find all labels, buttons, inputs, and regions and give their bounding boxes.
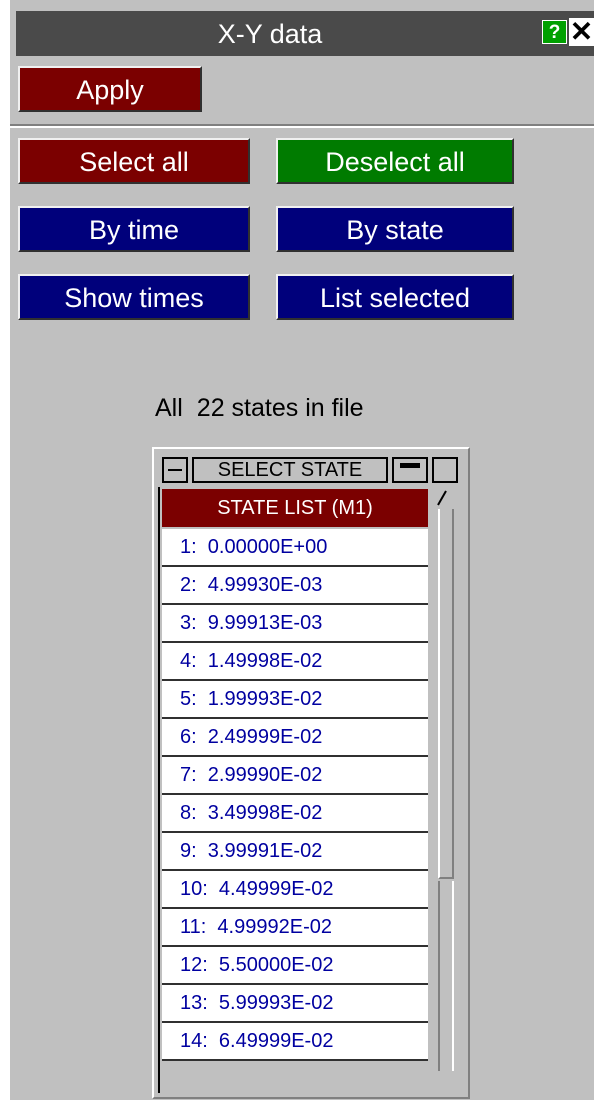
scroll-track[interactable] (438, 881, 454, 1071)
state-row[interactable]: 1: 0.00000E+00 (162, 529, 428, 567)
state-row[interactable]: 2: 4.99930E-03 (162, 567, 428, 605)
state-row[interactable]: 8: 3.49998E-02 (162, 795, 428, 833)
deselect-all-button[interactable]: Deselect all (276, 138, 514, 184)
state-row[interactable]: 11: 4.99992E-02 (162, 909, 428, 947)
collapse-icon[interactable] (162, 457, 188, 483)
window-title: X-Y data (217, 19, 323, 49)
state-rows: 1: 0.00000E+00 2: 4.99930E-03 3: 9.99913E-… (162, 529, 428, 1061)
scroll-up-icon[interactable] (434, 489, 456, 507)
state-row[interactable]: 10: 4.49999E-02 (162, 871, 428, 909)
menu-icon[interactable] (392, 457, 428, 483)
state-row[interactable]: 5: 1.99993E-02 (162, 681, 428, 719)
state-list-header: STATE LIST (M1) (162, 489, 428, 527)
select-all-button[interactable]: Select all (18, 138, 250, 184)
list-selected-button[interactable]: List selected (276, 274, 514, 320)
help-button[interactable]: ? (542, 20, 567, 44)
state-row[interactable]: 12: 5.50000E-02 (162, 947, 428, 985)
states-count-text: 22 states in file (196, 394, 364, 422)
resize-icon[interactable] (432, 457, 458, 483)
show-times-button[interactable]: Show times (18, 274, 250, 320)
state-list-toolbar: SELECT STATE (154, 455, 468, 485)
state-row[interactable]: 13: 5.99993E-02 (162, 985, 428, 1023)
state-row[interactable]: 14: 6.49999E-02 (162, 1023, 428, 1061)
states-summary: All 22 states in file (155, 394, 455, 423)
by-time-button[interactable]: By time (18, 206, 250, 252)
state-row[interactable]: 6: 2.49999E-02 (162, 719, 428, 757)
select-state-button[interactable]: SELECT STATE (192, 457, 388, 483)
separator (10, 124, 594, 128)
state-row[interactable]: 4: 1.49998E-02 (162, 643, 428, 681)
apply-button[interactable]: Apply (18, 66, 202, 112)
state-row[interactable]: 7: 2.99990E-02 (162, 757, 428, 795)
title-bar[interactable]: X-Y data ? ✕ (16, 11, 594, 56)
state-row[interactable]: 9: 3.99991E-02 (162, 833, 428, 871)
states-prefix: All (155, 394, 183, 422)
by-state-button[interactable]: By state (276, 206, 514, 252)
scroll-thumb[interactable] (438, 509, 454, 879)
close-button[interactable]: ✕ (569, 18, 594, 46)
state-row[interactable]: 3: 9.99913E-03 (162, 605, 428, 643)
xy-data-panel: X-Y data ? ✕ Apply Select all Deselect a… (10, 0, 594, 1100)
state-list-box: SELECT STATE STATE LIST (M1) 1: 0.00000E… (152, 447, 470, 1099)
scrollbar[interactable] (432, 489, 458, 1089)
